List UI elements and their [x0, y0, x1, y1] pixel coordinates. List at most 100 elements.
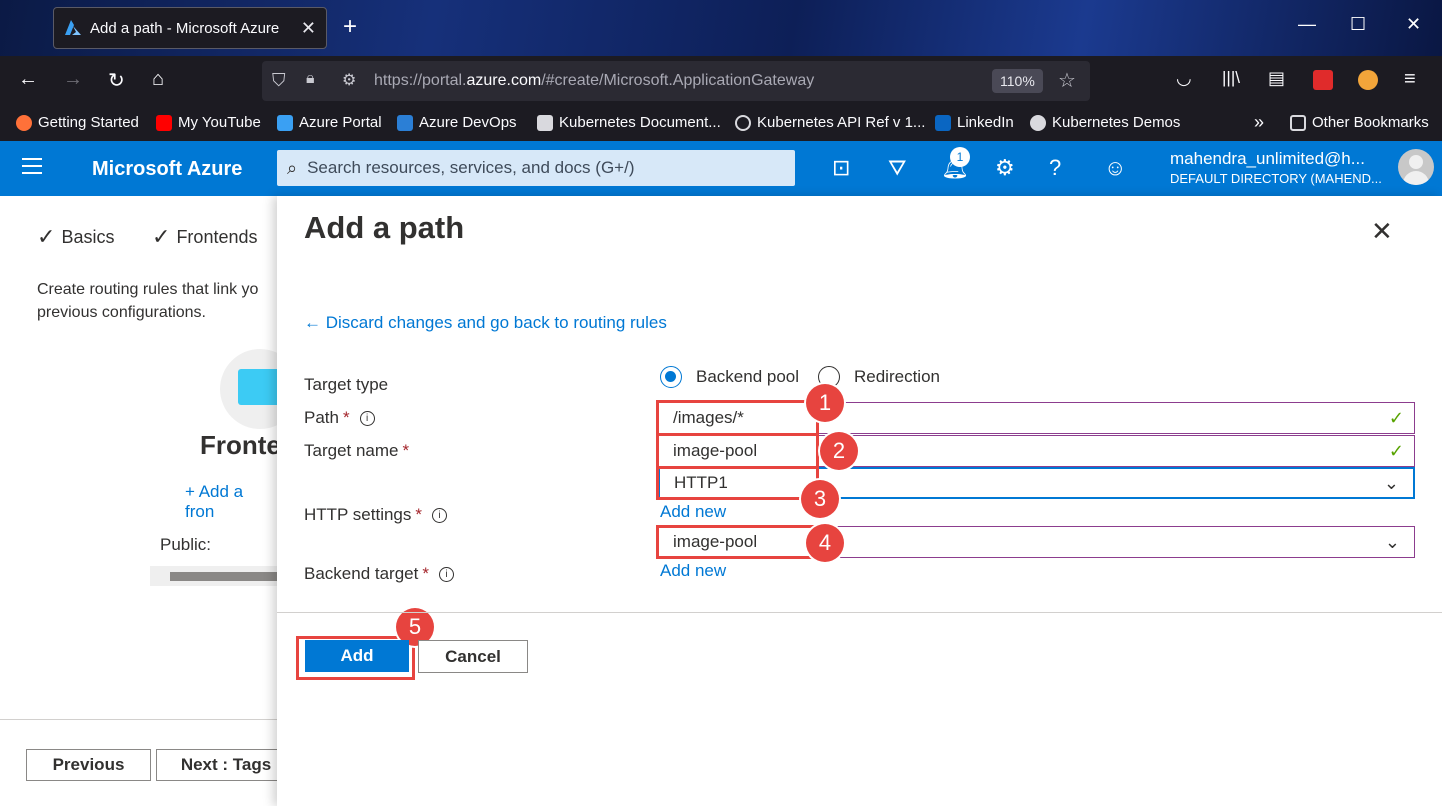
azure-logo-icon	[65, 20, 81, 35]
menu-icon[interactable]: ≡	[1404, 68, 1416, 91]
label-text: HTTP settings	[304, 505, 412, 524]
page-icon	[537, 114, 553, 131]
intro-line: previous configurations.	[37, 304, 206, 321]
close-tab-icon[interactable]: ✕	[301, 18, 316, 39]
cloud-shell-icon[interactable]: ⊡	[832, 155, 850, 181]
radio-selected-icon	[660, 366, 682, 388]
directory-filter-icon[interactable]: ⛛	[888, 155, 906, 181]
label-text: Backend target	[304, 564, 419, 583]
chevron-down-icon: ⌄	[1384, 532, 1400, 552]
bookmarks-bar: Getting Started My YouTube Azure Portal …	[0, 106, 1442, 141]
radio-redirection[interactable]: Redirection	[818, 366, 940, 388]
checkmark-icon: ✓	[152, 224, 171, 249]
account-menu[interactable]: mahendra_unlimited@h... DEFAULT DIRECTOR…	[1170, 149, 1382, 186]
label-text: Target type	[304, 375, 389, 394]
url-bar[interactable]: ⛉ 🔒︎ ⚙ https://portal.azure.com/#create/…	[262, 61, 1090, 101]
panel-title: Add a path	[304, 210, 465, 245]
label-text: Path	[304, 408, 339, 427]
create-gateway-page: ✓ Basics ✓ Frontends Create routing rules …	[0, 196, 300, 806]
extension-c-icon[interactable]	[1358, 70, 1378, 90]
bookmark-label: My YouTube	[178, 114, 261, 131]
bookmark-label: Kubernetes Demos	[1052, 114, 1181, 131]
step-marker-2: 2	[820, 432, 858, 470]
previous-button[interactable]: Previous	[26, 749, 151, 781]
zoom-level[interactable]: 110%	[992, 69, 1043, 93]
add-new-http-settings-link[interactable]: Add new	[660, 502, 726, 522]
browser-tab[interactable]: Add a path - Microsoft Azure ✕	[53, 7, 327, 49]
back-icon[interactable]: ←	[18, 68, 38, 91]
sidebar-icon[interactable]: ▤	[1268, 68, 1285, 89]
settings-icon[interactable]: ⚙	[995, 155, 1015, 181]
discard-changes-link[interactable]: ← Discard changes and go back to routing…	[304, 313, 667, 333]
url-text: https://portal.azure.com/#create/Microso…	[374, 72, 814, 90]
extension-icon[interactable]	[1313, 70, 1333, 90]
bookmark-kubernetes-docs[interactable]: Kubernetes Document...	[537, 114, 721, 131]
new-tab-icon[interactable]: +	[343, 13, 357, 41]
library-icon[interactable]: |||\	[1222, 68, 1240, 88]
permissions-icon[interactable]: ⚙	[342, 70, 356, 90]
linkedin-icon	[935, 114, 951, 131]
bookmark-kubernetes-api[interactable]: Kubernetes API Ref v 1...	[735, 114, 925, 131]
cancel-button[interactable]: Cancel	[418, 640, 528, 673]
bookmark-azure-devops[interactable]: Azure DevOps	[397, 114, 517, 131]
user-directory: DEFAULT DIRECTORY (MAHEND...	[1170, 171, 1382, 186]
step-label: Frontends	[176, 226, 258, 247]
close-icon[interactable]: ✕	[1371, 216, 1393, 247]
add-button[interactable]: Add	[305, 640, 409, 672]
add-new-backend-link[interactable]: Add new	[660, 561, 726, 581]
bookmark-my-youtube[interactable]: My YouTube	[156, 114, 261, 131]
chevron-down-icon: ⌄	[1383, 473, 1399, 493]
highlight-target-name	[656, 433, 819, 469]
bookmark-kubernetes-demos[interactable]: Kubernetes Demos	[1030, 114, 1180, 131]
feedback-icon[interactable]: ☺	[1104, 155, 1126, 181]
search-placeholder: Search resources, services, and docs (G+…	[307, 158, 635, 177]
avatar[interactable]	[1398, 149, 1434, 185]
step-marker-1: 1	[806, 384, 844, 422]
step-marker-4: 4	[806, 524, 844, 562]
help-icon[interactable]: ?	[1049, 155, 1061, 181]
window-close-icon[interactable]: ✕	[1406, 14, 1421, 35]
minimize-icon[interactable]: —	[1298, 14, 1316, 35]
intro-text: Create routing rules that link yo previo…	[37, 278, 297, 324]
folder-icon	[1290, 114, 1306, 131]
public-label: Public:	[160, 535, 212, 554]
panel-footer-divider	[277, 612, 1442, 613]
bookmark-label: Getting Started	[38, 114, 139, 131]
info-icon[interactable]: i	[438, 566, 454, 582]
step-basics[interactable]: ✓ Basics	[37, 224, 114, 250]
other-bookmarks-label: Other Bookmarks	[1312, 114, 1429, 131]
radio-backend-pool[interactable]: Backend pool	[660, 366, 799, 388]
target-name-label: Target name *	[304, 441, 409, 461]
portal-menu-icon[interactable]	[22, 158, 42, 179]
reload-icon[interactable]: ↻	[108, 68, 125, 93]
global-search-input[interactable]: ⌕ Search resources, services, and docs (…	[277, 150, 795, 186]
maximize-icon[interactable]: ☐	[1350, 14, 1366, 35]
pocket-icon[interactable]: ◡	[1176, 68, 1192, 89]
url-prefix: https://portal.	[374, 72, 467, 89]
radio-label: Backend pool	[696, 367, 800, 386]
forward-icon[interactable]: →	[63, 68, 83, 91]
bookmark-label: Kubernetes Document...	[559, 114, 721, 131]
browser-navbar: ← → ↻ ⌂ ⛉ 🔒︎ ⚙ https://portal.azure.com/…	[0, 56, 1442, 106]
url-domain: azure.com	[466, 72, 542, 89]
info-icon[interactable]: i	[359, 410, 375, 426]
step-frontends[interactable]: ✓ Frontends	[152, 224, 257, 250]
next-tags-button[interactable]: Next : Tags	[156, 749, 296, 781]
public-ip-value	[150, 566, 290, 586]
youtube-icon	[156, 114, 172, 131]
more-bookmarks-icon[interactable]: »	[1254, 112, 1264, 133]
azure-header: Microsoft Azure ⌕ Search resources, serv…	[0, 141, 1442, 196]
other-bookmarks[interactable]: Other Bookmarks	[1290, 114, 1429, 131]
info-icon[interactable]: i	[432, 507, 448, 523]
github-icon	[1030, 114, 1046, 131]
star-icon[interactable]: ☆	[1058, 68, 1076, 93]
add-frontend-link[interactable]: + Add a fron	[185, 482, 277, 522]
shield-icon[interactable]: ⛉	[272, 70, 286, 91]
bookmark-linkedin[interactable]: LinkedIn	[935, 114, 1014, 131]
bookmark-azure-portal[interactable]: Azure Portal	[277, 114, 382, 131]
footer-divider	[0, 719, 277, 720]
home-icon[interactable]: ⌂	[152, 68, 164, 91]
brand-title[interactable]: Microsoft Azure	[92, 158, 242, 181]
bookmark-getting-started[interactable]: Getting Started	[16, 114, 139, 131]
lock-icon[interactable]: 🔒︎	[306, 70, 315, 88]
